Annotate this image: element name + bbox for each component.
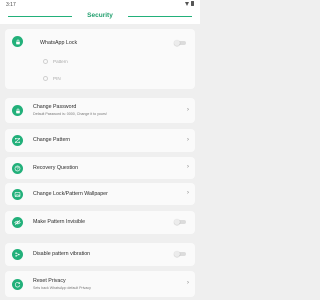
wallpaper-icon <box>12 188 23 200</box>
lock-icon <box>12 105 23 116</box>
pattern-vibration-label: Disable pattern vibration <box>33 251 91 257</box>
wifi-icon <box>185 1 189 6</box>
pattern-vibration-item: Disable pattern vibration <box>5 243 195 266</box>
pin-radio[interactable] <box>43 76 48 81</box>
lock-icon <box>12 36 23 47</box>
reset-privacy-item[interactable]: Reset Privacy Sets back WhatsApp default… <box>5 271 195 297</box>
status-time: 3:17 <box>6 1 16 8</box>
change-password-label: Change Password <box>33 104 77 110</box>
status-icons <box>185 1 194 6</box>
toggle-thumb <box>174 40 180 46</box>
pattern-icon <box>12 135 23 146</box>
vibration-icon <box>12 249 23 260</box>
header-divider-right <box>128 16 192 17</box>
change-pattern-label: Change Pattern <box>33 137 71 143</box>
pattern-radio[interactable] <box>43 59 48 64</box>
chevron-right-icon: › <box>186 163 189 170</box>
whatsapp-lock-card: WhatsApp Lock Pattern PIN <box>5 29 195 89</box>
reset-icon <box>12 278 23 290</box>
question-icon <box>12 162 23 174</box>
reset-privacy-label: Reset Privacy <box>33 278 66 284</box>
chevron-right-icon: › <box>186 279 189 286</box>
pattern-invisible-label: Make Pattern Invisible <box>33 219 86 225</box>
pattern-radio-label: Pattern <box>53 59 68 64</box>
whatsapp-lock-label: WhatsApp Lock <box>40 40 78 46</box>
whatsapp-lock-toggle[interactable] <box>174 40 187 46</box>
chevron-right-icon: › <box>186 136 189 143</box>
change-password-subtitle: Default Password is: 0000, Change it to … <box>33 112 107 116</box>
page-header: Security <box>0 9 200 24</box>
reset-privacy-subtitle: Sets back WhatsApp default Privacy <box>33 286 91 290</box>
pattern-vibration-toggle[interactable] <box>174 251 187 257</box>
change-pattern-item[interactable]: Change Pattern › <box>5 129 195 152</box>
toggle-thumb <box>174 219 180 225</box>
chevron-right-icon: › <box>186 106 189 113</box>
eye-off-icon <box>12 217 23 228</box>
change-wallpaper-item[interactable]: Change Lock/Pattern Wallpaper › <box>5 183 195 205</box>
recovery-question-item[interactable]: Recovery Question › <box>5 157 195 179</box>
pattern-invisible-item: Make Pattern Invisible <box>5 211 195 234</box>
pattern-invisible-toggle[interactable] <box>174 219 187 225</box>
change-wallpaper-label: Change Lock/Pattern Wallpaper <box>33 191 108 197</box>
status-bar: 3:17 <box>0 0 200 9</box>
battery-icon <box>191 1 194 6</box>
pin-radio-label: PIN <box>53 76 61 81</box>
change-password-item[interactable]: Change Password Default Password is: 000… <box>5 98 195 123</box>
recovery-question-label: Recovery Question <box>33 165 79 171</box>
toggle-thumb <box>174 251 180 257</box>
chevron-right-icon: › <box>186 189 189 196</box>
